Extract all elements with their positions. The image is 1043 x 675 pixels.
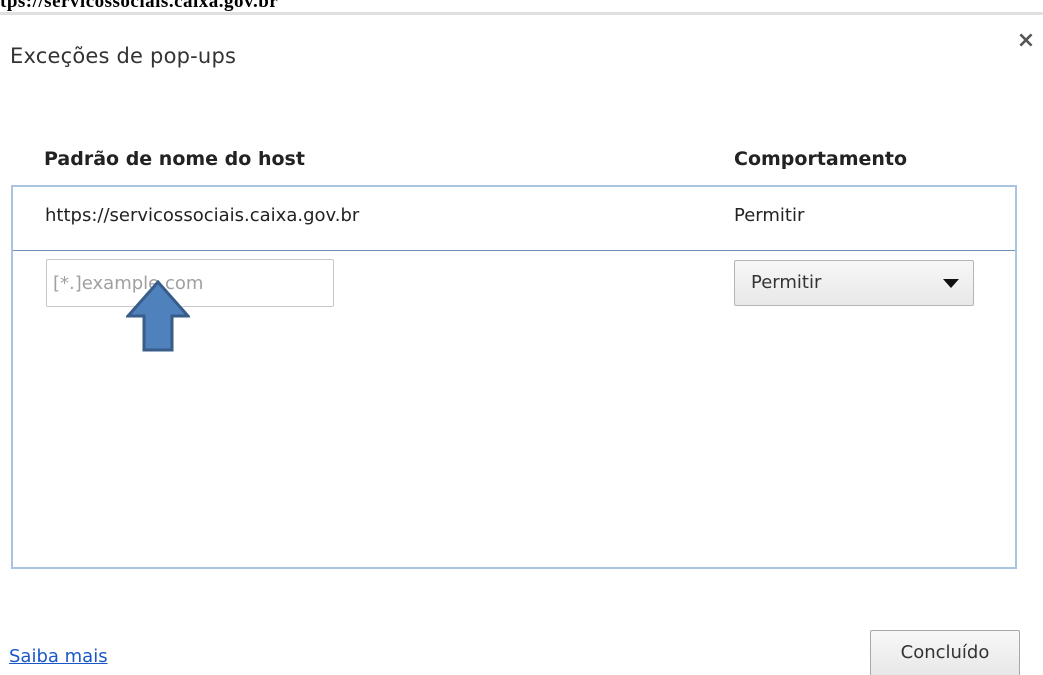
done-button[interactable]: Concluído xyxy=(870,630,1020,675)
row-host-pattern: https://servicossociais.caixa.gov.br xyxy=(45,205,360,226)
row-behavior: Permitir xyxy=(734,205,805,226)
page-url-text: tps://servicossociais.caixa.gov.br xyxy=(0,0,279,12)
exceptions-list: https://servicossociais.caixa.gov.br Per… xyxy=(11,185,1017,569)
caret-down-icon xyxy=(943,279,959,288)
close-icon[interactable]: × xyxy=(1013,28,1039,54)
host-pattern-input[interactable] xyxy=(46,259,334,307)
column-header-behavior: Comportamento xyxy=(734,148,908,170)
dialog-title: Exceções de pop-ups xyxy=(10,44,237,68)
table-row[interactable]: https://servicossociais.caixa.gov.br Per… xyxy=(13,187,1015,251)
column-header-host: Padrão de nome do host xyxy=(44,148,305,170)
up-arrow-icon xyxy=(126,280,190,352)
learn-more-link[interactable]: Saiba mais xyxy=(9,646,108,667)
behavior-select[interactable]: Permitir xyxy=(734,260,974,306)
arrow-shape xyxy=(126,280,190,352)
page-header-strip: tps://servicossociais.caixa.gov.br xyxy=(0,0,1043,15)
behavior-select-value: Permitir xyxy=(751,272,822,293)
